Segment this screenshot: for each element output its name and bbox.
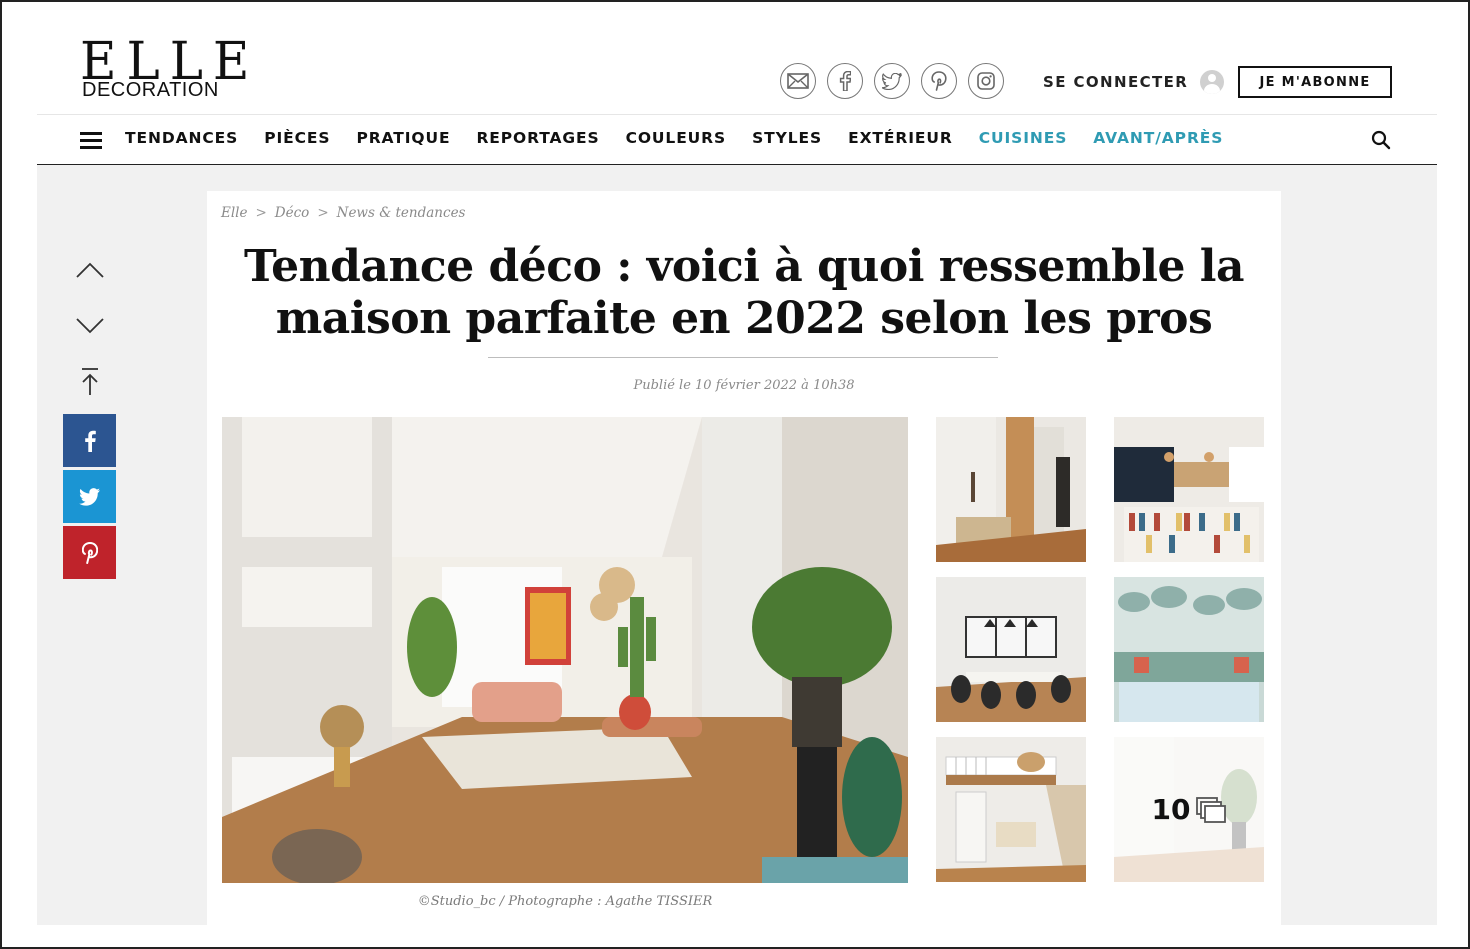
breadcrumb-deco[interactable]: Déco (275, 205, 310, 221)
instagram-icon[interactable] (968, 63, 1004, 99)
login-link[interactable]: SE CONNECTER (1043, 70, 1225, 94)
nav-items: TENDANCES PIÈCES PRATIQUE REPORTAGES COU… (125, 129, 1249, 147)
elle-decoration-logo[interactable]: ELLE DECORATION (80, 34, 249, 102)
gallery-thumbnail-dining[interactable] (936, 577, 1086, 722)
nav-item-tendances[interactable]: TENDANCES (125, 129, 238, 147)
share-twitter-button[interactable] (63, 470, 116, 523)
breadcrumb-elle[interactable]: Elle (221, 205, 247, 221)
nav-item-styles[interactable]: STYLES (752, 129, 822, 147)
twitter-icon (78, 487, 100, 506)
email-icon[interactable] (780, 63, 816, 99)
article-title-line-1: Tendance déco : voici à quoi ressemble l… (243, 241, 1245, 292)
nav-item-reportages[interactable]: REPORTAGES (476, 129, 599, 147)
photo-credit: ©Studio_bc / Photographe : Agathe TISSIE… (417, 894, 713, 909)
subscribe-button[interactable]: JE M'ABONNE (1238, 66, 1392, 98)
main-nav: TENDANCES PIÈCES PRATIQUE REPORTAGES COU… (37, 115, 1437, 165)
side-toolbar (63, 242, 116, 582)
more-photos-count: 10 (1151, 793, 1191, 826)
social-links (780, 63, 1004, 99)
scroll-down-icon[interactable] (63, 298, 116, 354)
nav-item-cuisines[interactable]: CUISINES (979, 129, 1068, 147)
nav-item-exterieur[interactable]: EXTÉRIEUR (848, 129, 953, 147)
photo-gallery-icon (1196, 796, 1227, 823)
hero-image-living-room[interactable] (222, 417, 908, 883)
user-avatar-icon (1200, 70, 1225, 94)
gallery-thumbnail-bedroom[interactable] (1114, 577, 1264, 722)
nav-item-avant-apres[interactable]: AVANT/APRÈS (1093, 129, 1223, 147)
facebook-icon[interactable] (827, 63, 863, 99)
publication-date: Publié le 10 février 2022 à 10h38 (633, 378, 855, 393)
breadcrumb-separator: > (255, 205, 267, 221)
login-label: SE CONNECTER (1043, 73, 1189, 91)
pinterest-icon[interactable] (921, 63, 957, 99)
pinterest-icon (81, 541, 98, 564)
nav-item-couleurs[interactable]: COULEURS (626, 129, 727, 147)
article-title-line-2: maison parfaite en 2022 selon les pros (275, 293, 1213, 344)
gallery-thumbnail-kitchen[interactable] (1114, 417, 1264, 562)
gallery-thumbnail-loft[interactable] (936, 737, 1086, 882)
share-pinterest-button[interactable] (63, 526, 116, 579)
share-facebook-button[interactable] (63, 414, 116, 467)
article-title: Tendance déco : voici à quoi ressemble l… (207, 241, 1281, 345)
gallery-thumbnail-entrance[interactable] (936, 417, 1086, 562)
nav-item-pieces[interactable]: PIÈCES (264, 129, 330, 147)
nav-item-pratique[interactable]: PRATIQUE (356, 129, 450, 147)
facebook-icon (84, 430, 96, 452)
more-photos-overlay: 10 (1114, 737, 1264, 882)
scroll-up-icon[interactable] (63, 242, 116, 298)
browser-frame: ELLE DECORATION SE CONNECTER JE M'ABONNE (0, 0, 1470, 949)
logo-subtitle: DECORATION (82, 79, 219, 101)
breadcrumb: Elle > Déco > News & tendances (221, 205, 465, 221)
title-divider (488, 357, 998, 358)
hamburger-menu-icon[interactable] (80, 131, 102, 149)
article-card: Elle > Déco > News & tendances Tendance … (207, 191, 1281, 925)
back-to-top-icon[interactable] (63, 354, 116, 410)
breadcrumb-separator: > (317, 205, 329, 221)
breadcrumb-news[interactable]: News & tendances (337, 205, 466, 221)
gallery-more-photos[interactable]: 10 (1114, 737, 1264, 882)
search-icon[interactable] (1371, 130, 1391, 150)
twitter-icon[interactable] (874, 63, 910, 99)
